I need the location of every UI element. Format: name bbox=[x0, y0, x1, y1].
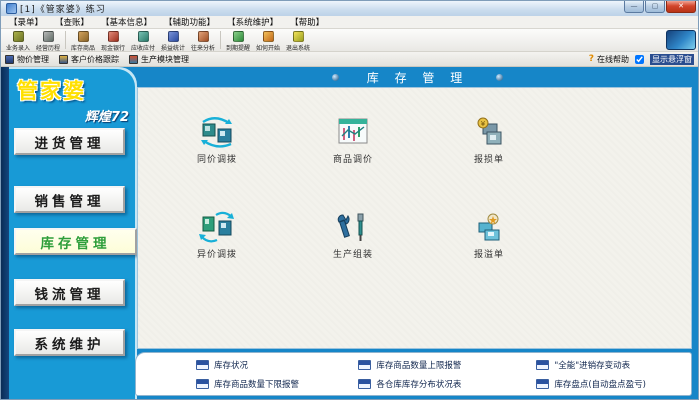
toolbar-separator bbox=[220, 31, 221, 49]
logo-text-version: 辉煌72 bbox=[17, 106, 129, 125]
menu-check-accounts[interactable]: 【查账】 bbox=[51, 16, 93, 28]
toolbar-profit-loss-stats[interactable]: 损益统计 bbox=[158, 30, 188, 52]
menu-basic-info[interactable]: 【基本信息】 bbox=[97, 16, 156, 28]
toolbar-how-to-start[interactable]: 如何开始 bbox=[253, 30, 283, 52]
production-module-icon bbox=[129, 55, 138, 64]
link-almighty-change-report[interactable]: "全能"进销存变动表 bbox=[536, 359, 691, 371]
toolbar-receivable-payable[interactable]: 应收应付 bbox=[128, 30, 158, 52]
app-icon bbox=[6, 3, 17, 14]
sidebar-item-purchase[interactable]: 进货管理 bbox=[14, 128, 125, 155]
damage-report-item[interactable]: ¥ 报损单 bbox=[434, 116, 544, 165]
customer-price-tracking-icon bbox=[59, 55, 68, 64]
quick-links-panel: 库存状况 库存商品数量上限报警 "全能"进销存变动表 库存商品数量下限报警 各仓… bbox=[135, 352, 692, 396]
main-panel: 库 存 管 理 bbox=[137, 67, 698, 399]
menu-system-maintenance[interactable]: 【系统维护】 bbox=[223, 16, 282, 28]
exit-system-icon bbox=[293, 31, 304, 42]
menu-help[interactable]: 【帮助】 bbox=[286, 16, 328, 28]
page-header: 库 存 管 理 bbox=[137, 67, 698, 87]
secondary-toolbar: 物价管理 客户价格跟踪 生产模块管理 ? 在线帮助 显示悬浮窗 bbox=[1, 52, 698, 67]
minimize-button[interactable]: — bbox=[624, 1, 644, 13]
toolbar-exit-system[interactable]: 退出系统 bbox=[283, 30, 313, 52]
app-logo: 管家婆 辉煌72 bbox=[17, 75, 129, 125]
goods-price-adjust-item[interactable]: 商品调价 bbox=[298, 116, 408, 165]
production-module-button[interactable]: 生产模块管理 bbox=[129, 54, 189, 65]
cash-bank-icon bbox=[108, 31, 119, 42]
due-reminder-icon bbox=[233, 31, 244, 42]
toolbar-separator bbox=[65, 31, 66, 49]
table-icon bbox=[358, 379, 371, 389]
question-mark-icon: ? bbox=[589, 54, 594, 64]
table-icon bbox=[536, 379, 549, 389]
title-bar: [1]《管家婆》练习 — ▢ ✕ bbox=[1, 1, 698, 16]
toolbar-due-reminder[interactable]: 到期提醒 bbox=[223, 30, 253, 52]
menu-bar: 【录单】 【查账】 【基本信息】 【辅助功能】 【系统维护】 【帮助】 bbox=[1, 16, 698, 29]
svg-text:¥: ¥ bbox=[481, 120, 486, 128]
damage-report-icon: ¥ bbox=[471, 116, 507, 148]
table-icon bbox=[358, 360, 371, 370]
business-history-icon bbox=[43, 31, 54, 42]
stock-goods-icon bbox=[78, 31, 89, 42]
link-stocktake[interactable]: 库存盘点(自动盘点盈亏) bbox=[536, 378, 691, 390]
window-title: [1]《管家婆》练习 bbox=[20, 2, 624, 15]
menu-auxiliary[interactable]: 【辅助功能】 bbox=[160, 16, 219, 28]
guanjiapo-brand-logo-icon bbox=[666, 30, 696, 50]
customer-price-tracking-button[interactable]: 客户价格跟踪 bbox=[59, 54, 119, 65]
table-icon bbox=[196, 360, 209, 370]
diff-price-transfer-icon bbox=[199, 211, 235, 243]
link-lower-limit-alarm[interactable]: 库存商品数量下限报警 bbox=[196, 378, 358, 390]
transaction-analysis-icon bbox=[198, 31, 209, 42]
table-icon bbox=[536, 360, 549, 370]
toolbar-cash-bank[interactable]: 现金银行 bbox=[98, 30, 128, 52]
same-price-transfer-item[interactable]: 同价调拨 bbox=[162, 116, 272, 165]
sidebar-item-inventory[interactable]: 库存管理 bbox=[14, 228, 137, 255]
production-assembly-item[interactable]: 生产组装 bbox=[298, 211, 408, 260]
header-bullet-icon bbox=[496, 74, 503, 81]
toolbar-stock-goods[interactable]: 库存商品 bbox=[68, 30, 98, 52]
main-toolbar: 业务录入 经营历程 库存商品 现金银行 应收应付 损益统计 往来分析 bbox=[1, 29, 698, 52]
price-management-button[interactable]: 物价管理 bbox=[5, 54, 49, 65]
link-warehouse-distribution[interactable]: 各仓库库存分布状况表 bbox=[358, 378, 536, 390]
sidebar-item-cashflow[interactable]: 钱流管理 bbox=[14, 279, 125, 306]
sidebar-item-system[interactable]: 系统维护 bbox=[14, 329, 125, 356]
inventory-desktop: 同价调拨 商品调价 bbox=[137, 87, 692, 349]
header-bullet-icon bbox=[332, 74, 339, 81]
logo-text-main: 管家婆 bbox=[17, 75, 129, 105]
same-price-transfer-icon bbox=[199, 116, 235, 148]
toolbar-business-history[interactable]: 经营历程 bbox=[33, 30, 63, 52]
navigation-sidebar: 管家婆 辉煌72 进货管理 销售管理 库存管理 钱流管理 系统维护 bbox=[1, 67, 137, 399]
toolbar-business-entry[interactable]: 业务录入 bbox=[3, 30, 33, 52]
floating-panel-checkbox[interactable] bbox=[635, 55, 644, 64]
how-to-start-icon bbox=[263, 31, 274, 42]
diff-price-transfer-item[interactable]: 异价调拨 bbox=[162, 211, 272, 260]
overflow-report-icon bbox=[471, 211, 507, 243]
profit-loss-stats-icon bbox=[168, 31, 179, 42]
goods-price-adjust-icon bbox=[335, 116, 371, 148]
receivable-payable-icon bbox=[138, 31, 149, 42]
floating-panel-checkbox-label: 显示悬浮窗 bbox=[650, 54, 694, 65]
production-assembly-icon bbox=[335, 211, 371, 243]
business-entry-icon bbox=[13, 31, 24, 42]
link-upper-limit-alarm[interactable]: 库存商品数量上限报警 bbox=[358, 359, 536, 371]
maximize-button[interactable]: ▢ bbox=[645, 1, 665, 13]
overflow-report-item[interactable]: 报溢单 bbox=[434, 211, 544, 260]
link-inventory-status[interactable]: 库存状况 bbox=[196, 359, 358, 371]
price-management-icon bbox=[5, 55, 14, 64]
toolbar-transaction-analysis[interactable]: 往来分析 bbox=[188, 30, 218, 52]
table-icon bbox=[196, 379, 209, 389]
close-button[interactable]: ✕ bbox=[666, 1, 696, 13]
app-window: [1]《管家婆》练习 — ▢ ✕ 【录单】 【查账】 【基本信息】 【辅助功能】… bbox=[0, 0, 699, 400]
menu-record-entry[interactable]: 【录单】 bbox=[5, 16, 47, 28]
sidebar-item-sales[interactable]: 销售管理 bbox=[14, 186, 125, 213]
content-area: 管家婆 辉煌72 进货管理 销售管理 库存管理 钱流管理 系统维护 库 存 管 … bbox=[1, 67, 698, 399]
page-title: 库 存 管 理 bbox=[367, 69, 468, 86]
online-help-button[interactable]: ? 在线帮助 bbox=[589, 54, 629, 65]
